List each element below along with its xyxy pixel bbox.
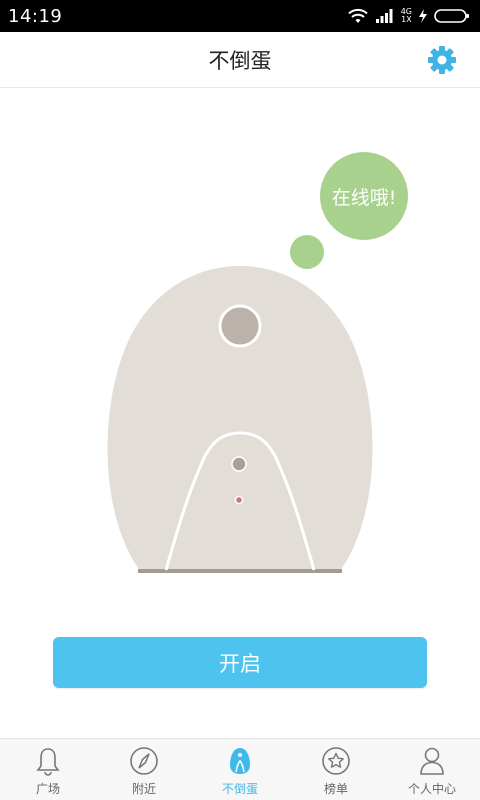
tab-egg[interactable]: 不倒蛋 [192, 739, 288, 800]
bell-icon [36, 748, 60, 776]
indicator-dot [234, 495, 244, 505]
charging-icon [419, 9, 427, 23]
person-icon [420, 747, 444, 775]
network-type: 4G 1X [401, 8, 412, 24]
star-icon [322, 747, 350, 775]
gear-icon[interactable] [426, 44, 458, 76]
open-button[interactable]: 开启 [53, 637, 427, 688]
bottom-tab-bar: 广场 附近 不倒蛋 榜单 个人中心 [0, 738, 480, 800]
tab-ranking[interactable]: 榜单 [288, 739, 384, 800]
sensor-dot [231, 456, 247, 472]
tab-label: 不倒蛋 [221, 782, 258, 796]
title-bar: 不倒蛋 [0, 32, 480, 88]
egg-base [138, 569, 342, 573]
status-icons: 4G 1X [347, 8, 470, 24]
device-illustration: 在线哦! [107, 152, 408, 573]
thought-bubble-small [290, 235, 324, 269]
tab-label: 榜单 [323, 782, 348, 796]
signal-icon [375, 9, 393, 23]
tab-label: 广场 [35, 782, 60, 796]
status-bar: 14:19 4G 1X [0, 0, 480, 32]
camera-lens [218, 304, 262, 348]
wifi-icon [348, 8, 368, 23]
tab-label: 附近 [131, 782, 156, 796]
page-title: 不倒蛋 [208, 48, 272, 73]
status-time: 14:19 [8, 5, 63, 27]
network-type-bottom: 1X [401, 15, 412, 24]
status-bubble-text: 在线哦! [332, 187, 397, 209]
tab-label: 个人中心 [407, 782, 456, 796]
battery-icon [434, 9, 469, 23]
tab-profile[interactable]: 个人中心 [384, 739, 480, 800]
egg-icon [230, 748, 250, 774]
tab-square[interactable]: 广场 [0, 739, 96, 800]
tab-nearby[interactable]: 附近 [96, 739, 192, 800]
compass-icon [130, 747, 158, 775]
